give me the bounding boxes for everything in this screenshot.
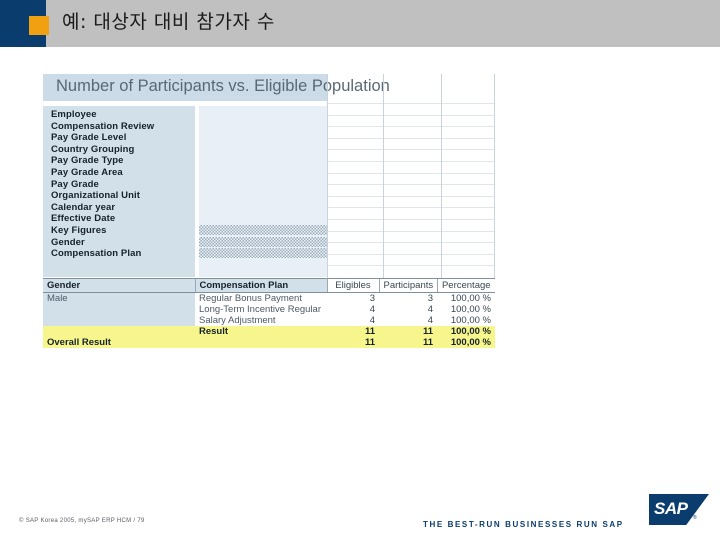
cell-percentage: 100,00 %	[437, 337, 495, 348]
report-panel: Number of Participants vs. Eligible Popu…	[43, 74, 495, 279]
footer-copyright: © SAP Korea 2005, mySAP ERP HCM / 79	[19, 518, 145, 524]
gridline-horizontal	[327, 230, 495, 232]
column-header-plan[interactable]: Compensation Plan	[195, 278, 328, 293]
cell-percentage: 100,00 %	[437, 304, 495, 315]
cell-percentage: 100,00 %	[437, 292, 495, 304]
page-title: 예: 대상자 대비 참가자 수	[62, 11, 275, 33]
cell-compensation-plan	[195, 337, 327, 348]
gridline-vertical	[327, 74, 328, 101]
cell-percentage: 100,00 %	[437, 315, 495, 326]
filter-label[interactable]: Pay Grade	[51, 179, 99, 191]
gridline-vertical	[383, 74, 384, 101]
cell-eligibles: 11	[327, 326, 379, 337]
filter-value-hatched[interactable]	[199, 248, 327, 259]
gridline-horizontal	[327, 207, 495, 209]
table-row[interactable]: Long-Term Incentive Regular 4 4 100,00 %	[43, 304, 495, 315]
report-title-gridlines	[327, 74, 495, 101]
filter-label[interactable]: Pay Grade Type	[51, 155, 124, 167]
gridline-horizontal	[327, 149, 495, 151]
sap-logo: SAP ®	[649, 494, 709, 525]
sap-logo-text: SAP	[654, 499, 688, 518]
cell-gender	[43, 326, 195, 337]
filter-value-hatched[interactable]	[199, 225, 327, 235]
filter-grid: Employee Compensation Review Pay Grade Lev…	[43, 101, 495, 279]
cell-percentage: 100,00 %	[437, 326, 495, 337]
filter-label[interactable]: Country Grouping	[51, 144, 134, 156]
table-body: Male Regular Bonus Payment 3 3 100,00 % Long-…	[43, 292, 495, 348]
filter-value-hatched[interactable]	[199, 236, 327, 247]
gridline-horizontal	[327, 184, 495, 186]
cell-compensation-plan: Salary Adjustment	[195, 315, 327, 326]
filter-label[interactable]: Key Figures	[51, 225, 106, 237]
table-row[interactable]: Result 11 11 100,00 %	[43, 326, 495, 337]
gridline-horizontal	[327, 242, 495, 244]
column-header-gender[interactable]: Gender	[43, 278, 196, 293]
table-row[interactable]: Male Regular Bonus Payment 3 3 100,00 %	[43, 292, 495, 304]
table-header-row: Gender Compensation Plan Eligibles Parti…	[43, 278, 495, 293]
table-row[interactable]: Overall Result 11 11 100,00 %	[43, 337, 495, 348]
filter-label[interactable]: Compensation Review	[51, 121, 154, 133]
gridline-vertical	[441, 101, 442, 279]
filter-label[interactable]: Employee	[51, 109, 97, 121]
cell-gender	[43, 315, 195, 326]
column-header-eligibles[interactable]: Eligibles	[326, 278, 379, 293]
gridline-horizontal	[327, 161, 495, 162]
footer-tagline: THE BEST-RUN BUSINESSES RUN SAP	[423, 520, 624, 529]
gridline-vertical	[327, 101, 328, 279]
cell-participants: 4	[379, 304, 437, 315]
cell-eligibles: 4	[327, 304, 379, 315]
table-row[interactable]: Salary Adjustment 4 4 100,00 %	[43, 315, 495, 326]
gridline-vertical	[383, 101, 384, 279]
gridline-horizontal	[327, 114, 495, 116]
cell-gender: Overall Result	[43, 337, 195, 348]
slide-header: 예: 대상자 대비 참가자 수	[0, 0, 720, 47]
cell-compensation-plan: Regular Bonus Payment	[195, 292, 327, 304]
cell-participants: 4	[379, 315, 437, 326]
filter-label[interactable]: Gender	[51, 237, 85, 249]
gridline-horizontal	[327, 172, 495, 174]
cell-compensation-plan: Long-Term Incentive Regular	[195, 304, 327, 315]
gridline-horizontal	[327, 137, 495, 139]
filter-label[interactable]: Pay Grade Level	[51, 132, 126, 144]
column-header-participants[interactable]: Participants	[378, 278, 437, 293]
filter-label[interactable]: Compensation Plan	[51, 248, 141, 260]
cell-compensation-plan: Result	[195, 326, 327, 337]
filter-label[interactable]: Pay Grade Area	[51, 167, 123, 179]
cell-eligibles: 11	[327, 337, 379, 348]
gridline-vertical	[441, 74, 442, 101]
gridline-horizontal	[327, 195, 495, 197]
results-table: Gender Compensation Plan Eligibles Parti…	[43, 278, 495, 348]
cell-eligibles: 4	[327, 315, 379, 326]
header-orange-accent-square	[29, 16, 49, 35]
filter-label[interactable]: Organizational Unit	[51, 190, 140, 202]
cell-gender: Male	[43, 292, 195, 304]
gridline-horizontal	[327, 103, 495, 104]
empty-grid-area	[327, 101, 495, 279]
gridline-vertical	[494, 101, 495, 279]
column-header-percentage[interactable]: Percentage	[436, 278, 495, 293]
gridline-horizontal	[327, 219, 495, 220]
cell-eligibles: 3	[327, 292, 379, 304]
cell-participants: 3	[379, 292, 437, 304]
gridline-horizontal	[327, 126, 495, 128]
gridline-horizontal	[327, 265, 495, 267]
gridline-vertical	[494, 74, 495, 101]
filter-label[interactable]: Effective Date	[51, 213, 115, 225]
cell-participants: 11	[379, 337, 437, 348]
report-title-row: Number of Participants vs. Eligible Popu…	[43, 74, 495, 101]
cell-gender	[43, 304, 195, 315]
filter-label[interactable]: Calendar year	[51, 202, 115, 214]
cell-participants: 11	[379, 326, 437, 337]
sap-logo-registered-mark: ®	[693, 515, 697, 521]
gridline-horizontal	[327, 253, 495, 255]
